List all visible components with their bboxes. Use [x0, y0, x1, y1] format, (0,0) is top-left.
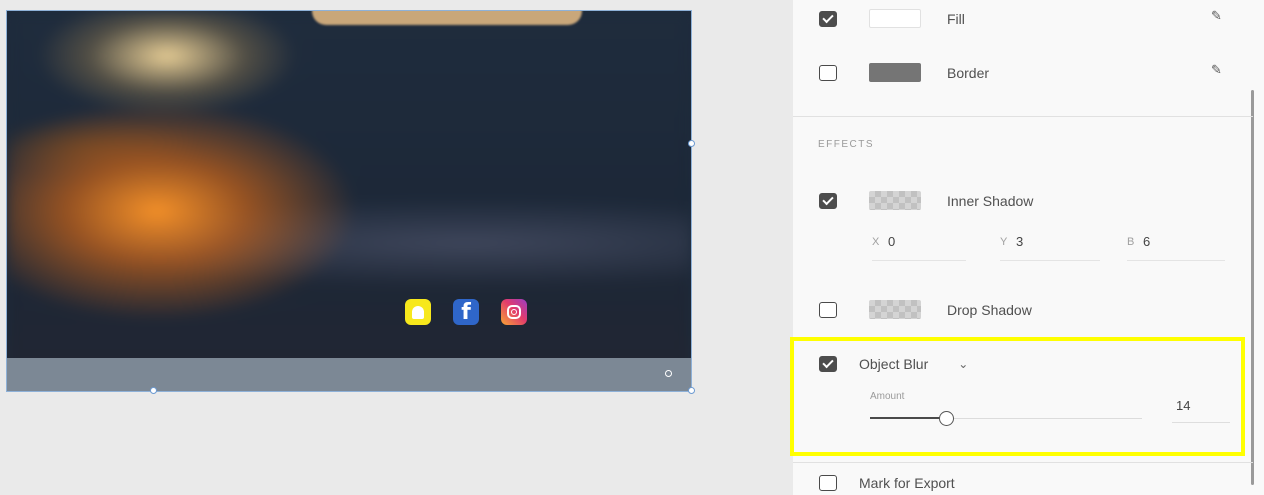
inner-shadow-color-swatch[interactable] — [869, 191, 921, 210]
effects-section-title: EFFECTS — [818, 139, 875, 150]
inner-shadow-checkbox[interactable] — [819, 192, 837, 209]
fill-label: Fill — [947, 10, 965, 27]
inner-shadow-row: Inner Shadow — [819, 191, 1033, 210]
y-field-label: Y — [1000, 236, 1008, 248]
fill-color-swatch[interactable] — [869, 9, 921, 28]
resize-handle-bottom-right[interactable] — [688, 387, 695, 394]
resize-handle-bottom-left[interactable] — [150, 387, 157, 394]
facebook-icon: f — [453, 299, 479, 325]
panel-scrollbar[interactable] — [1251, 90, 1254, 485]
mark-for-export-checkbox[interactable] — [819, 475, 837, 491]
b-field-value: 6 — [1143, 234, 1151, 249]
border-eyedropper-icon[interactable]: ✎ — [1211, 64, 1225, 78]
fill-checkbox[interactable] — [819, 10, 837, 27]
drop-shadow-row: Drop Shadow — [819, 300, 1032, 319]
y-field-value: 3 — [1016, 234, 1024, 249]
drop-shadow-label: Drop Shadow — [947, 301, 1032, 318]
social-icons-row: f — [405, 299, 527, 325]
blurred-photo — [7, 11, 691, 391]
mark-for-export-row: Mark for Export — [819, 475, 955, 491]
inner-shadow-y-field[interactable]: Y 3 — [1000, 234, 1100, 261]
footer-bar — [7, 358, 691, 391]
inner-shadow-x-field[interactable]: X 0 — [872, 234, 966, 261]
inner-shadow-label: Inner Shadow — [947, 192, 1034, 209]
mark-for-export-label: Mark for Export — [859, 475, 955, 491]
snapchat-icon — [405, 299, 431, 325]
header-shape — [312, 11, 582, 25]
border-checkbox[interactable] — [819, 64, 837, 81]
artboard[interactable]: f — [7, 11, 691, 391]
border-label: Border — [947, 64, 990, 81]
drop-shadow-checkbox[interactable] — [819, 301, 837, 318]
resize-handle-right[interactable] — [688, 140, 695, 147]
border-row: Border — [819, 63, 989, 82]
inner-shadow-b-field[interactable]: B 6 — [1127, 234, 1225, 261]
x-field-value: 0 — [888, 234, 896, 249]
fill-row: Fill — [819, 9, 965, 28]
drop-shadow-color-swatch[interactable] — [869, 300, 921, 319]
corner-handle[interactable] — [665, 370, 672, 377]
fill-eyedropper-icon[interactable]: ✎ — [1211, 10, 1225, 24]
x-field-label: X — [872, 236, 880, 248]
b-field-label: B — [1127, 236, 1135, 248]
object-blur-highlight — [790, 337, 1245, 456]
design-canvas[interactable]: f — [0, 0, 793, 495]
section-divider-bottom — [793, 462, 1253, 463]
instagram-icon — [501, 299, 527, 325]
section-divider — [793, 116, 1253, 117]
border-color-swatch[interactable] — [869, 63, 921, 82]
